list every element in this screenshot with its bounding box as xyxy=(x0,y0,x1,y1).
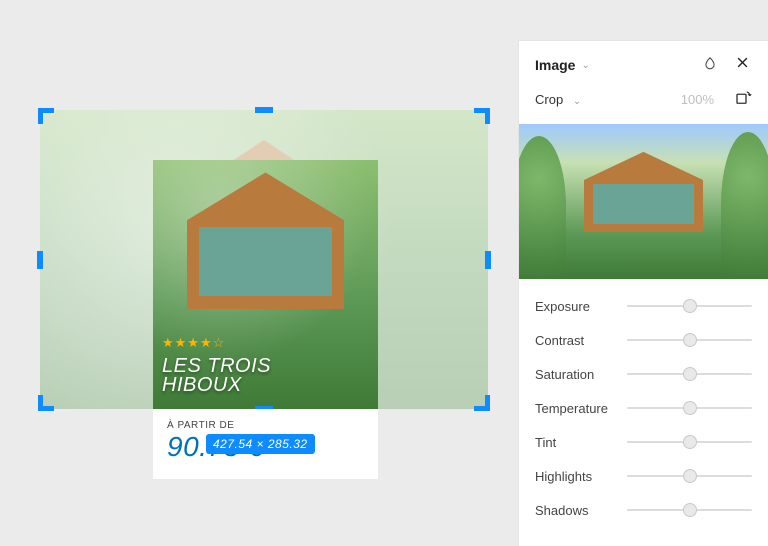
slider-row-tint: Tint xyxy=(535,425,752,459)
slider-thumb[interactable] xyxy=(683,435,697,449)
slider-track[interactable] xyxy=(627,339,752,341)
slider-thumb[interactable] xyxy=(683,503,697,517)
crop-dropdown[interactable]: Crop ⌄ xyxy=(535,92,581,107)
resize-handle-left[interactable] xyxy=(37,251,43,269)
selected-image[interactable]: ★★★★☆ LES TROIS HIBOUX xyxy=(40,110,488,409)
resize-handle-top-right[interactable] xyxy=(472,108,490,126)
opacity-icon[interactable] xyxy=(700,56,720,75)
slider-label: Exposure xyxy=(535,299,627,314)
slider-row-shadows: Shadows xyxy=(535,493,752,527)
slider-label: Saturation xyxy=(535,367,627,382)
slider-row-contrast: Contrast xyxy=(535,323,752,357)
slider-track[interactable] xyxy=(627,373,752,375)
resize-handle-right[interactable] xyxy=(485,251,491,269)
resize-handle-bottom-left[interactable] xyxy=(38,393,56,411)
adjustment-sliders: Exposure Contrast Saturation Temperature Tin… xyxy=(519,279,768,527)
slider-label: Shadows xyxy=(535,503,627,518)
from-label: À PARTIR DE xyxy=(167,420,364,431)
crop-label: Crop xyxy=(535,92,563,107)
inspector-panel: Image ⌄ Crop ⌄ 100% ExposureContrastSatu xyxy=(518,40,768,546)
close-icon[interactable] xyxy=(732,55,752,75)
slider-row-exposure: Exposure xyxy=(535,289,752,323)
resize-handle-bottom-right[interactable] xyxy=(472,393,490,411)
slider-thumb[interactable] xyxy=(683,469,697,483)
panel-header: Image ⌄ xyxy=(519,41,768,87)
rotate-icon[interactable] xyxy=(734,89,752,110)
slider-row-saturation: Saturation xyxy=(535,357,752,391)
zoom-value: 100% xyxy=(681,92,714,107)
slider-row-temperature: Temperature xyxy=(535,391,752,425)
slider-track[interactable] xyxy=(627,475,752,477)
slider-track[interactable] xyxy=(627,441,752,443)
slider-track[interactable] xyxy=(627,407,752,409)
slider-thumb[interactable] xyxy=(683,299,697,313)
image-content: ★★★★☆ LES TROIS HIBOUX xyxy=(40,110,488,409)
resize-handle-top[interactable] xyxy=(255,107,273,113)
slider-label: Tint xyxy=(535,435,627,450)
panel-title: Image xyxy=(535,57,575,73)
slider-thumb[interactable] xyxy=(683,333,697,347)
slider-row-highlights: Highlights xyxy=(535,459,752,493)
slider-thumb[interactable] xyxy=(683,401,697,415)
slider-label: Contrast xyxy=(535,333,627,348)
canvas[interactable]: ★★★★☆ LES TROIS HIBOUX À PARTIR DE 90.7 xyxy=(0,0,510,546)
resize-handle-top-left[interactable] xyxy=(38,108,56,126)
rating-stars: ★★★★☆ xyxy=(162,335,225,351)
crop-region: ★★★★☆ LES TROIS HIBOUX xyxy=(153,160,378,409)
price-card: À PARTIR DE 90.75 € 427.54 × 285.32 xyxy=(153,409,378,479)
slider-track[interactable] xyxy=(627,305,752,307)
slider-label: Highlights xyxy=(535,469,627,484)
hotel-title: LES TROIS HIBOUX xyxy=(162,357,271,395)
image-preview xyxy=(519,124,768,279)
crop-row: Crop ⌄ 100% xyxy=(519,87,768,124)
slider-label: Temperature xyxy=(535,401,627,416)
selection-size-badge: 427.54 × 285.32 xyxy=(206,434,315,454)
panel-title-dropdown[interactable]: ⌄ xyxy=(581,60,589,71)
slider-track[interactable] xyxy=(627,509,752,511)
hotel-title-line2: HIBOUX xyxy=(162,374,242,396)
slider-thumb[interactable] xyxy=(683,367,697,381)
